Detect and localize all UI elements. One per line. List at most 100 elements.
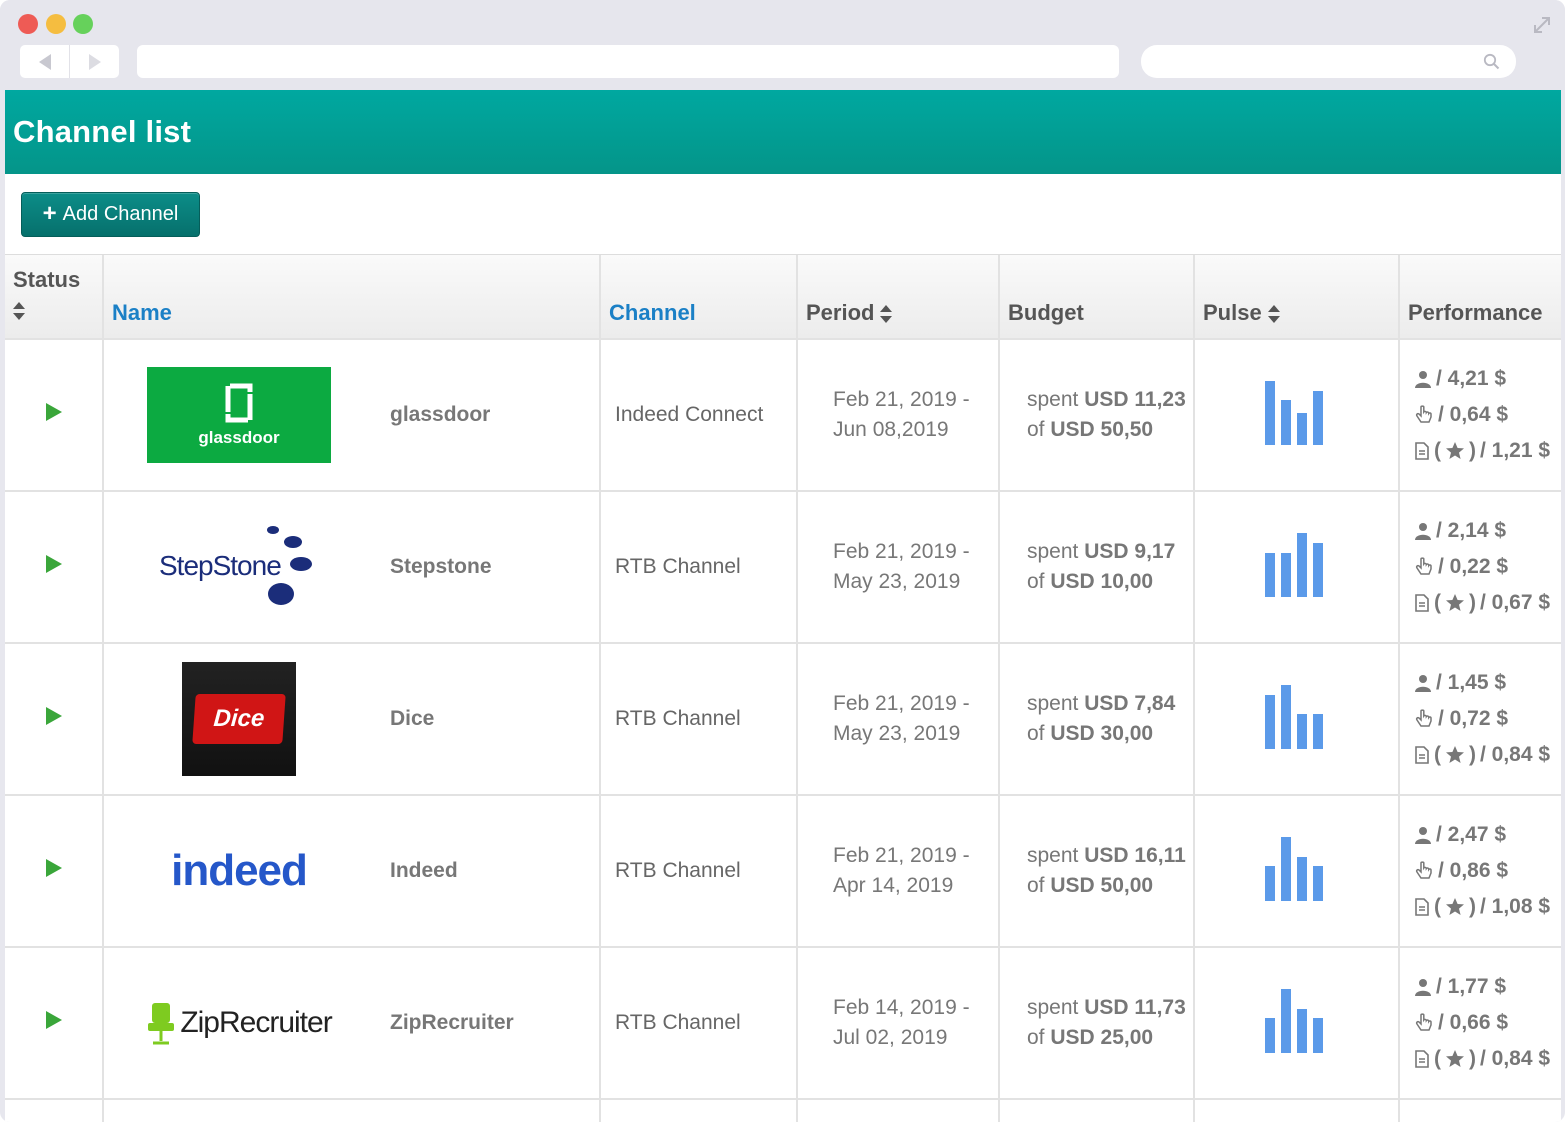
channel-name[interactable]: Stepstone	[390, 555, 492, 579]
name-cell: StepStone Stepstone	[103, 491, 601, 644]
stepstone-logo: StepStone	[104, 522, 374, 612]
pulse-cell	[1194, 795, 1400, 948]
expand-icon[interactable]	[1531, 14, 1553, 36]
add-channel-label: Add Channel	[62, 202, 179, 225]
pulse-bar	[1312, 866, 1323, 901]
table-row[interactable]: glassdoor glassdoor Indeed Connect Feb 2…	[5, 339, 1561, 492]
back-arrow-icon	[38, 53, 51, 70]
minimize-window-button[interactable]	[46, 14, 66, 34]
performance-cell: / 1,77 $ / 0,66 $ ( ) / 0,84 $	[1399, 947, 1561, 1100]
address-bar[interactable]	[137, 45, 1119, 78]
table-row-partial	[5, 1099, 1561, 1122]
name-cell: glassdoor glassdoor	[103, 339, 601, 492]
logo-graphic	[267, 526, 279, 534]
forward-button[interactable]	[70, 45, 119, 78]
budget-spent: USD 11,73	[1084, 996, 1186, 1019]
perf-click-cost: / 0,66 $	[1438, 1011, 1509, 1034]
period-cell: Feb 21, 2019 - Apr 14, 2019	[797, 795, 1000, 948]
pulse-cell	[1194, 491, 1400, 644]
budget-spent: USD 7,84	[1084, 692, 1176, 715]
play-icon[interactable]	[45, 706, 63, 726]
play-icon[interactable]	[45, 1010, 63, 1030]
sort-icon[interactable]	[1267, 305, 1280, 324]
browser-chrome	[0, 0, 1565, 90]
channel-name[interactable]: Dice	[390, 707, 434, 731]
perf-click-cost: / 0,72 $	[1438, 707, 1509, 730]
status-cell	[5, 795, 104, 948]
budget-total: USD 10,00	[1050, 570, 1154, 593]
maximize-window-button[interactable]	[73, 14, 93, 34]
logo-graphic: Dice	[192, 694, 286, 744]
period-start: Feb 21, 2019 -	[833, 388, 970, 411]
budget-total: USD 25,00	[1050, 1026, 1154, 1049]
perf-star-close: )	[1469, 895, 1476, 918]
header-period[interactable]: Period	[797, 255, 1000, 340]
table-row[interactable]: ZipRecruiter ZipRecruiter RTB Channel Fe…	[5, 947, 1561, 1100]
table-row[interactable]: StepStone Stepstone RTB Channel Feb 21, …	[5, 491, 1561, 644]
header-pulse[interactable]: Pulse	[1194, 255, 1400, 340]
pulse-chart	[1264, 837, 1323, 901]
user-icon	[1415, 827, 1431, 844]
pulse-bar	[1296, 1009, 1307, 1053]
browser-search-bar[interactable]	[1141, 45, 1516, 78]
perf-star-open: (	[1434, 1047, 1441, 1070]
budget-of-prefix: of	[1027, 570, 1045, 593]
document-icon	[1415, 746, 1429, 764]
budget-spent-prefix: spent	[1027, 996, 1079, 1019]
nav-buttons	[20, 45, 119, 78]
header-pulse-label: Pulse	[1203, 300, 1262, 325]
pulse-cell	[1194, 643, 1400, 796]
play-icon[interactable]	[45, 554, 63, 574]
period-cell: Feb 21, 2019 - Jun 08,2019	[797, 339, 1000, 492]
perf-star-open: (	[1434, 591, 1441, 614]
play-icon[interactable]	[45, 402, 63, 422]
pulse-bar	[1296, 413, 1307, 445]
pulse-bar	[1264, 695, 1275, 749]
perf-doc-cost: / 1,21 $	[1480, 439, 1551, 462]
header-budget-label: Budget	[1008, 300, 1084, 325]
header-channel-label: Channel	[609, 300, 696, 325]
header-channel[interactable]: Channel	[600, 255, 798, 340]
channel-name[interactable]: Indeed	[390, 859, 458, 883]
pulse-bar	[1312, 1018, 1323, 1053]
channel-name[interactable]: glassdoor	[390, 403, 490, 427]
logo-graphic	[268, 583, 294, 605]
play-icon[interactable]	[45, 858, 63, 878]
pulse-cell	[1194, 947, 1400, 1100]
star-icon	[1446, 594, 1464, 611]
perf-star-open: (	[1434, 895, 1441, 918]
close-window-button[interactable]	[18, 14, 38, 34]
sort-icon[interactable]	[880, 305, 893, 324]
budget-of-prefix: of	[1027, 418, 1045, 441]
back-button[interactable]	[20, 45, 70, 78]
sort-icon[interactable]	[13, 302, 25, 321]
budget-total: USD 30,00	[1050, 722, 1154, 745]
header-performance: Performance	[1399, 255, 1561, 340]
channel-name[interactable]: ZipRecruiter	[390, 1011, 514, 1035]
period-end: Jul 02, 2019	[833, 1026, 948, 1049]
add-channel-button[interactable]: + Add Channel	[21, 191, 200, 237]
header-status[interactable]: Status	[5, 255, 104, 340]
document-icon	[1415, 1050, 1429, 1068]
user-icon	[1415, 675, 1431, 692]
name-cell: indeed Indeed	[103, 795, 601, 948]
logo-graphic	[152, 1003, 171, 1023]
perf-click-cost: / 0,64 $	[1438, 403, 1509, 426]
perf-star-close: )	[1469, 743, 1476, 766]
table-row[interactable]: Dice Dice RTB Channel Feb 21, 2019 - May…	[5, 643, 1561, 796]
pulse-bar	[1312, 543, 1323, 597]
period-cell: Feb 21, 2019 - May 23, 2019	[797, 643, 1000, 796]
logo-graphic: StepStone	[159, 522, 319, 612]
table-row[interactable]: indeed Indeed RTB Channel Feb 21, 2019 -…	[5, 795, 1561, 948]
perf-user-cost: / 2,14 $	[1436, 519, 1507, 542]
perf-doc-cost: / 0,84 $	[1480, 1047, 1551, 1070]
pulse-bar	[1264, 1018, 1275, 1053]
budget-spent-prefix: spent	[1027, 692, 1079, 715]
logo-graphic	[148, 1023, 175, 1031]
header-name[interactable]: Name	[103, 255, 601, 340]
forward-arrow-icon	[88, 53, 101, 70]
period-end: Apr 14, 2019	[833, 874, 954, 897]
header-budget: Budget	[999, 255, 1195, 340]
channel-type: RTB Channel	[600, 795, 798, 948]
budget-of-prefix: of	[1027, 722, 1045, 745]
